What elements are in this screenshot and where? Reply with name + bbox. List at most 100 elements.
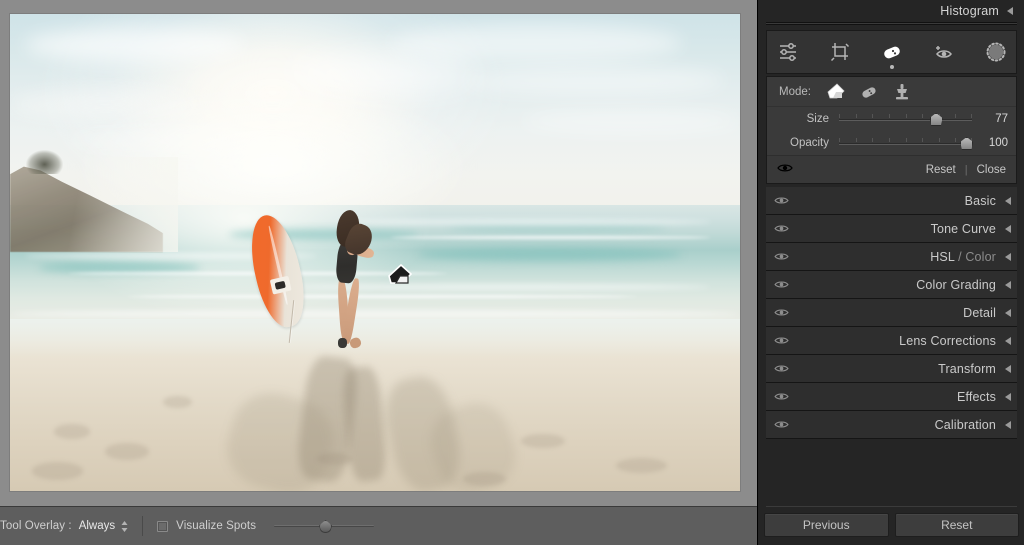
spot-removal-actions: Reset | Close — [767, 155, 1016, 183]
visualize-spots-control[interactable]: Visualize Spots — [157, 507, 375, 545]
triangle-left-icon[interactable] — [1005, 308, 1011, 317]
opacity-slider-row[interactable]: Opacity 100 — [767, 131, 1016, 155]
triangle-left-icon[interactable] — [1005, 196, 1011, 205]
action-separator: | — [964, 163, 968, 176]
lightroom-develop-window: Tool Overlay : Always Visualize Spots Hi… — [0, 0, 1024, 545]
sliders-icon[interactable] — [775, 39, 801, 65]
photo-sand-footprint — [104, 443, 149, 460]
mode-label: Mode: — [779, 85, 811, 98]
eye-icon[interactable] — [774, 195, 789, 206]
triangle-left-icon[interactable] — [1005, 336, 1011, 345]
photo-wave-teal — [418, 247, 682, 262]
size-value[interactable]: 77 — [972, 113, 1008, 125]
tool-overlay-value[interactable]: Always — [79, 520, 115, 532]
eye-icon[interactable] — [774, 419, 789, 430]
develop-toolbar: Tool Overlay : Always Visualize Spots — [0, 506, 757, 545]
tool-overlay-control[interactable]: Tool Overlay : Always — [0, 507, 128, 545]
bandage-icon[interactable] — [858, 81, 880, 103]
eye-icon[interactable] — [774, 279, 789, 290]
panel-label: Color Grading — [916, 277, 996, 292]
triangle-left-icon[interactable] — [1007, 7, 1013, 15]
visualize-spots-checkbox[interactable] — [157, 520, 169, 532]
triangle-left-icon[interactable] — [1005, 364, 1011, 373]
photo-sand-footprint — [615, 457, 667, 473]
panel-row-detail[interactable]: Detail — [766, 299, 1017, 327]
panel-row-tone-curve[interactable]: Tone Curve — [766, 215, 1017, 243]
reset-button[interactable]: Reset — [894, 513, 1019, 537]
red-eye-icon[interactable] — [931, 39, 957, 65]
close-link[interactable]: Close — [977, 164, 1006, 176]
visualize-spots-label: Visualize Spots — [176, 520, 257, 532]
eye-icon[interactable] — [774, 335, 789, 346]
slider-track — [839, 143, 972, 145]
spot-removal-panel: Mode: Size 77 Opacity 100 Reset | Close — [766, 76, 1017, 184]
eye-icon[interactable] — [774, 391, 789, 402]
panel-row-calibration[interactable]: Calibration — [766, 411, 1017, 439]
triangle-left-icon[interactable] — [1005, 252, 1011, 261]
slider-knob[interactable] — [319, 520, 333, 533]
panel-row-hsl-color[interactable]: HSL / Color — [766, 243, 1017, 271]
panel-label-secondary: / Color — [954, 249, 996, 264]
photo-surfer — [313, 208, 379, 353]
photo-surfboard-logo — [269, 276, 291, 295]
panel-label: Transform — [938, 361, 996, 376]
bottom-divider — [766, 506, 1017, 507]
panel-label: Detail — [963, 305, 996, 320]
eye-icon[interactable] — [774, 307, 789, 318]
panel-row-color-grading[interactable]: Color Grading — [766, 271, 1017, 299]
slider-ticks — [839, 138, 972, 143]
stepper-up-down-icon[interactable] — [121, 520, 128, 532]
eye-icon[interactable] — [777, 161, 793, 179]
tool-strip[interactable] — [766, 30, 1017, 74]
slider-track — [839, 119, 972, 121]
panel-label: Calibration — [934, 417, 996, 432]
eye-icon[interactable] — [774, 223, 789, 234]
histogram-header[interactable]: Histogram — [764, 0, 1019, 22]
panel-row-lens-corrections[interactable]: Lens Corrections — [766, 327, 1017, 355]
photo-frame[interactable] — [10, 14, 740, 491]
photo-sand-footprint — [521, 433, 565, 449]
histogram-title: Histogram — [940, 4, 999, 18]
panel-label: Tone Curve — [930, 221, 996, 236]
panel-bottom-buttons: Previous Reset — [764, 513, 1019, 537]
photo-sand-footprint — [163, 395, 193, 408]
healing-brush-icon[interactable] — [879, 39, 905, 65]
opacity-slider[interactable] — [839, 135, 974, 151]
photo-whitewater — [389, 235, 711, 239]
photo-surfer-foot — [348, 336, 362, 350]
size-slider[interactable] — [839, 111, 972, 127]
previous-button[interactable]: Previous — [764, 513, 889, 537]
triangle-left-icon[interactable] — [1005, 224, 1011, 233]
eye-icon[interactable] — [774, 251, 789, 262]
reset-link[interactable]: Reset — [926, 164, 956, 176]
panel-row-effects[interactable]: Effects — [766, 383, 1017, 411]
panel-row-basic[interactable]: Basic — [766, 187, 1017, 215]
clone-stamp-icon[interactable] — [891, 81, 913, 103]
photo-sand-footprint — [53, 424, 91, 439]
panel-row-transform[interactable]: Transform — [766, 355, 1017, 383]
dotted-circle-icon[interactable] — [983, 39, 1009, 65]
crop-icon[interactable] — [827, 39, 853, 65]
develop-right-panel: Histogram Mode: Size 77 Opacity 100 Rese… — [757, 0, 1024, 545]
photo-tree — [26, 149, 63, 174]
panel-label: Basic — [964, 193, 996, 208]
photo-cloud — [462, 66, 726, 96]
eraser-icon[interactable] — [825, 81, 847, 103]
eye-icon[interactable] — [774, 363, 789, 374]
eraser-cursor-icon — [387, 264, 413, 286]
photo-surfer-foot — [337, 338, 348, 349]
triangle-left-icon[interactable] — [1005, 280, 1011, 289]
tool-overlay-label: Tool Overlay : — [0, 520, 72, 532]
image-canvas-area[interactable] — [0, 0, 757, 506]
visualize-spots-slider[interactable] — [274, 519, 375, 533]
panel-label: Effects — [956, 389, 996, 404]
slider-ticks — [839, 114, 972, 119]
opacity-value[interactable]: 100 — [972, 137, 1008, 149]
panel-label: Lens Corrections — [899, 333, 996, 348]
photo-cloud — [24, 28, 244, 62]
triangle-left-icon[interactable] — [1005, 420, 1011, 429]
opacity-label: Opacity — [790, 137, 829, 149]
size-slider-row[interactable]: Size 77 — [767, 107, 1016, 131]
triangle-left-icon[interactable] — [1005, 392, 1011, 401]
beach-surfer-photo[interactable] — [10, 14, 740, 491]
